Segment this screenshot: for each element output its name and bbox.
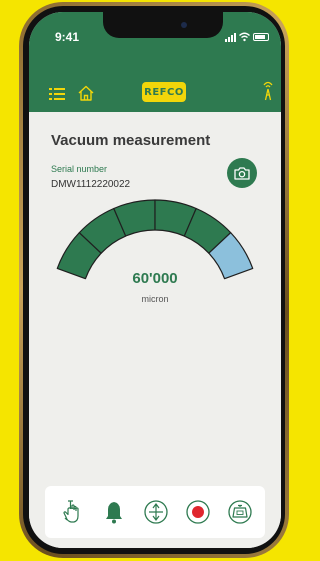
signal-bar-icon bbox=[228, 37, 230, 42]
camera-button[interactable] bbox=[227, 158, 257, 188]
app-screen: 9:41 REFCO Vacuum measurement Serial num… bbox=[29, 12, 281, 548]
vacuum-icon[interactable] bbox=[143, 499, 169, 525]
front-camera bbox=[181, 22, 187, 28]
battery-icon bbox=[253, 33, 269, 41]
wifi-icon bbox=[239, 32, 250, 42]
refco-logo: REFCO bbox=[142, 82, 186, 102]
scale-icon[interactable] bbox=[227, 499, 253, 525]
status-time: 9:41 bbox=[55, 30, 80, 44]
serial-number-label: Serial number bbox=[51, 164, 108, 174]
record-icon[interactable] bbox=[185, 499, 211, 525]
vacuum-unit: micron bbox=[141, 294, 169, 304]
signal-bar-icon bbox=[234, 33, 236, 42]
page-title: Vacuum measurement bbox=[51, 132, 211, 149]
signal-bar-icon bbox=[231, 35, 233, 42]
antenna-icon[interactable] bbox=[262, 81, 274, 101]
app-header: 9:41 REFCO bbox=[29, 12, 281, 112]
phone-notch bbox=[103, 12, 223, 38]
main-content: Vacuum measurement Serial number DMW1112… bbox=[29, 112, 281, 548]
list-icon[interactable] bbox=[49, 88, 65, 100]
vacuum-gauge bbox=[56, 199, 254, 280]
serial-number-value: DMW1112220022 bbox=[51, 179, 131, 190]
bell-icon[interactable] bbox=[101, 499, 127, 525]
logo-text: REFCO bbox=[144, 86, 184, 98]
camera-icon bbox=[234, 167, 250, 180]
bottom-toolbar bbox=[45, 486, 265, 538]
touch-icon[interactable] bbox=[59, 499, 85, 525]
vacuum-reading: 60'000 bbox=[132, 270, 178, 287]
home-icon[interactable] bbox=[77, 84, 95, 102]
signal-bar-icon bbox=[225, 39, 227, 42]
